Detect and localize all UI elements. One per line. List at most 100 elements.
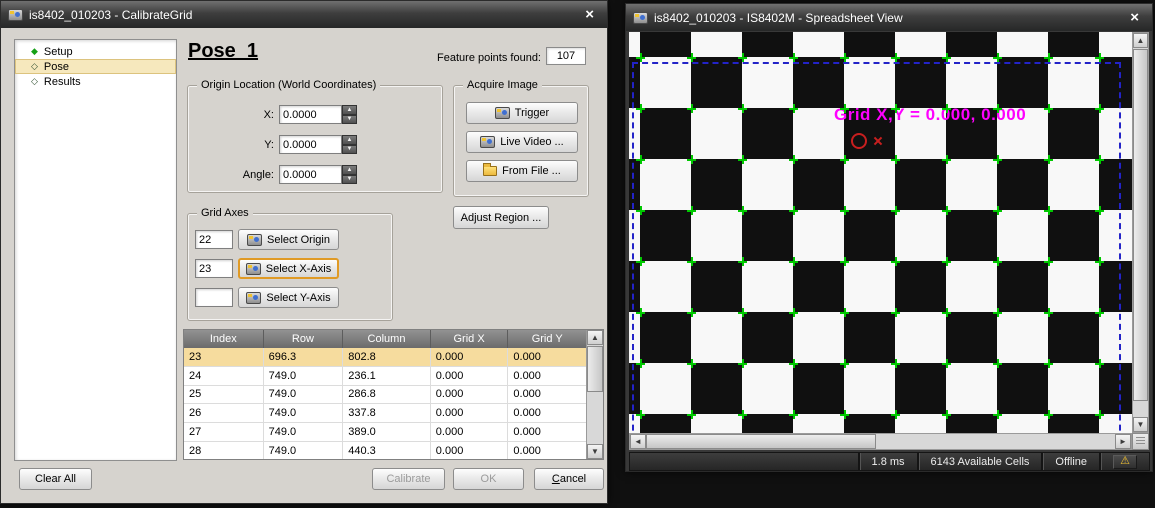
tree-item-setup[interactable]: ◆ Setup (15, 44, 176, 59)
grid-corner-marker (1044, 410, 1053, 419)
vertical-scrollbar[interactable]: ▲ ▼ (1132, 32, 1149, 433)
trigger-button[interactable]: Trigger (466, 102, 578, 124)
y-axis-index-field[interactable] (195, 288, 233, 307)
x-axis-index-field[interactable] (195, 259, 233, 278)
x-stepper: ▲ ▼ (342, 105, 357, 124)
scroll-up-icon[interactable]: ▲ (1133, 33, 1148, 48)
grid-corner-marker (1095, 53, 1104, 62)
grid-corner-marker (993, 359, 1002, 368)
table-cell: 696.3 (264, 348, 344, 366)
feature-points-value: 107 (546, 47, 586, 65)
horizontal-scrollbar-thumb[interactable] (646, 434, 876, 449)
tree-item-label: Results (44, 76, 81, 88)
grid-corner-marker (687, 155, 696, 164)
grid-corner-marker (636, 257, 645, 266)
from-file-button[interactable]: From File ... (466, 160, 578, 182)
status-warning[interactable]: ⚠ (1099, 453, 1149, 470)
table-row[interactable]: 26749.0337.80.0000.000 (184, 404, 586, 423)
spinner-down-icon[interactable]: ▼ (342, 115, 357, 125)
table-row[interactable]: 24749.0236.10.0000.000 (184, 367, 586, 386)
scroll-down-icon[interactable]: ▼ (587, 444, 603, 459)
grid-corner-marker (942, 359, 951, 368)
origin-location-group: Origin Location (World Coordinates) X: ▲… (187, 85, 443, 193)
grid-corner-marker (1044, 104, 1053, 113)
clear-all-button[interactable]: Clear All (19, 468, 92, 490)
select-y-axis-button[interactable]: Select Y-Axis (238, 287, 339, 308)
grid-corner-marker (789, 104, 798, 113)
table-scrollbar-thumb[interactable] (587, 346, 603, 392)
y-field[interactable] (279, 135, 342, 154)
x-field[interactable] (279, 105, 342, 124)
grid-corner-marker (840, 410, 849, 419)
grid-corner-marker (789, 257, 798, 266)
origin-circle-marker (851, 133, 867, 149)
grid-corner-marker (840, 308, 849, 317)
angle-stepper: ▲ ▼ (342, 165, 357, 184)
table-scrollbar[interactable]: ▲ ▼ (586, 330, 603, 459)
vertical-scrollbar-thumb[interactable] (1133, 49, 1148, 401)
group-title: Origin Location (World Coordinates) (197, 79, 380, 91)
ok-button: OK (453, 468, 524, 490)
acquire-image-group: Acquire Image Trigger Live Video ... Fro… (453, 85, 589, 197)
cancel-label: Cancel (552, 473, 586, 485)
grid-corner-marker (840, 104, 849, 113)
table-row[interactable]: 27749.0389.00.0000.000 (184, 423, 586, 442)
column-header[interactable]: Row (264, 330, 344, 348)
spreadsheet-body: Grid X,Y = 0.000, 0.000 ▲ ▼ ◄ ► 1.8 ms 6… (626, 31, 1152, 471)
spinner-up-icon[interactable]: ▲ (342, 165, 357, 175)
select-origin-button[interactable]: Select Origin (238, 229, 339, 250)
table-cell: 0.000 (431, 367, 509, 385)
grid-corner-marker (789, 308, 798, 317)
status-bar: 1.8 ms 6143 Available Cells Offline ⚠ (629, 452, 1150, 471)
table-header: Index Row Column Grid X Grid Y (184, 330, 586, 348)
grid-corner-marker (993, 206, 1002, 215)
close-icon[interactable]: × (579, 6, 600, 23)
scroll-corner-button[interactable] (1132, 433, 1149, 450)
scroll-up-icon[interactable]: ▲ (587, 330, 603, 345)
grid-corner-marker (942, 308, 951, 317)
scroll-down-icon[interactable]: ▼ (1133, 417, 1148, 432)
column-header[interactable]: Grid Y (508, 330, 586, 348)
column-header[interactable]: Column (343, 330, 431, 348)
live-video-label: Live Video ... (500, 136, 563, 148)
spinner-down-icon[interactable]: ▼ (342, 175, 357, 185)
table-row[interactable]: 28749.0440.30.0000.000 (184, 442, 586, 459)
close-icon[interactable]: × (1124, 9, 1145, 26)
grid-corner-marker (1044, 155, 1053, 164)
grid-corner-marker (993, 53, 1002, 62)
table-row[interactable]: 25749.0286.80.0000.000 (184, 386, 586, 405)
horizontal-scrollbar[interactable]: ◄ ► (629, 433, 1132, 450)
grid-corner-marker (738, 257, 747, 266)
adjust-region-button[interactable]: Adjust Region ... (453, 206, 549, 229)
spinner-up-icon[interactable]: ▲ (342, 135, 357, 145)
cancel-button[interactable]: Cancel (534, 468, 604, 490)
camera-image[interactable]: Grid X,Y = 0.000, 0.000 (629, 32, 1132, 433)
spinner-up-icon[interactable]: ▲ (342, 105, 357, 115)
grid-corner-marker (687, 410, 696, 419)
adjust-region-label: Adjust Region ... (461, 212, 542, 224)
column-header[interactable]: Index (184, 330, 264, 348)
tree-item-results[interactable]: ◇ Results (15, 74, 176, 89)
grid-corner-marker (636, 53, 645, 62)
spreadsheet-titlebar[interactable]: is8402_010203 - IS8402M - Spreadsheet Vi… (626, 4, 1152, 31)
grid-corner-marker (1095, 257, 1104, 266)
angle-field[interactable] (279, 165, 342, 184)
x-label: X: (194, 109, 274, 121)
grid-corner-marker (840, 53, 849, 62)
grid-corner-marker (1044, 359, 1053, 368)
column-header[interactable]: Grid X (431, 330, 509, 348)
calibrate-titlebar[interactable]: is8402_010203 - CalibrateGrid × (1, 1, 607, 28)
table-cell: 389.0 (343, 423, 431, 441)
spinner-down-icon[interactable]: ▼ (342, 145, 357, 155)
select-x-axis-button[interactable]: Select X-Axis (238, 258, 339, 279)
origin-x-marker (873, 136, 883, 146)
table-cell: 27 (184, 423, 264, 441)
scroll-left-icon[interactable]: ◄ (630, 434, 646, 449)
live-video-button[interactable]: Live Video ... (466, 131, 578, 153)
grid-corner-marker (891, 359, 900, 368)
scroll-right-icon[interactable]: ► (1115, 434, 1131, 449)
origin-index-field[interactable] (195, 230, 233, 249)
status-acquisition-time: 1.8 ms (858, 453, 917, 470)
table-row[interactable]: 23696.3802.80.0000.000 (184, 348, 586, 367)
tree-item-pose[interactable]: ◇ Pose (15, 59, 176, 74)
